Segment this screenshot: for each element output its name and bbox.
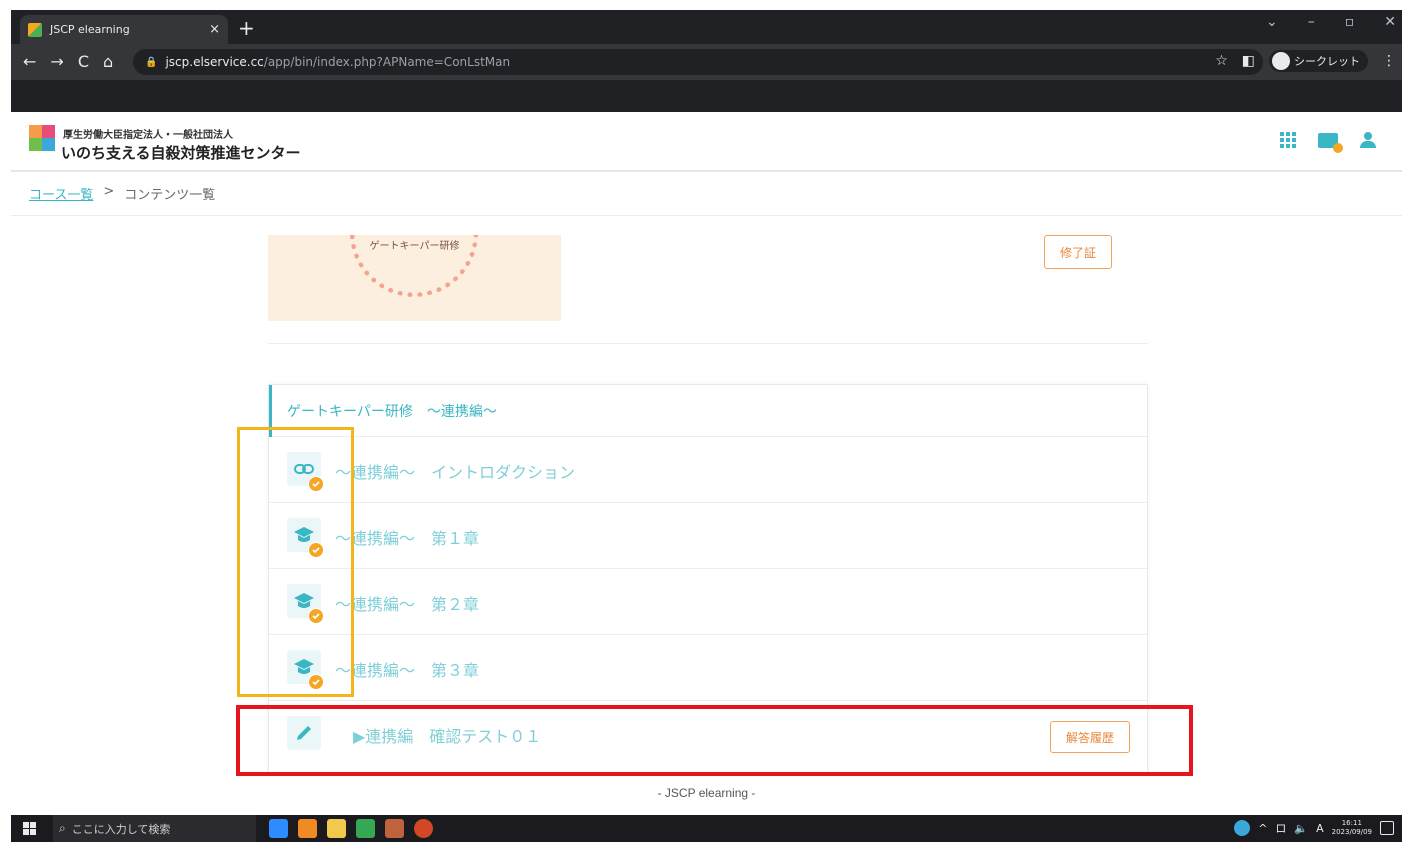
reload-icon[interactable]: C — [78, 52, 89, 71]
org-logo-icon[interactable] — [29, 125, 55, 157]
side-panel-icon[interactable]: ◧ — [1242, 53, 1255, 69]
clock-date: 2023/09/09 — [1331, 828, 1372, 836]
home-icon[interactable]: ⌂ — [103, 52, 113, 71]
ime-indicator[interactable]: A — [1316, 822, 1324, 835]
app-header: 厚生労働大臣指定法人・一般社団法人 いのち支える自殺対策推進センター — [11, 112, 1402, 172]
mail-icon[interactable] — [1318, 132, 1343, 153]
tab-search-icon[interactable]: ⌄ — [1266, 14, 1278, 30]
notification-badge — [1333, 142, 1343, 153]
volume-icon[interactable]: 🔈 — [1294, 822, 1308, 835]
new-tab-button[interactable]: + — [238, 16, 255, 40]
apps-grid-icon[interactable] — [1280, 132, 1296, 148]
powerpoint-app-icon[interactable] — [414, 819, 433, 838]
browser-chrome: JSCP elearning × + ⌄ – ▫ ✕ ← → C ⌂ 🔒 jsc… — [11, 10, 1402, 112]
url-host: jscp.elservice.cc — [165, 55, 264, 69]
highlight-box-test — [236, 705, 1193, 776]
content-title[interactable]: ～連携編～ 第３章 — [335, 657, 479, 681]
section-divider — [268, 343, 1148, 344]
incognito-badge[interactable]: シークレット — [1269, 50, 1368, 72]
content-row[interactable]: ～連携編～ 第２章 — [269, 569, 1147, 635]
content-row[interactable]: ～連携編～ 第１章 — [269, 503, 1147, 569]
frame-edge — [0, 0, 11, 842]
browser-tab[interactable]: JSCP elearning × — [20, 15, 228, 44]
breadcrumb-course-list[interactable]: コース一覧 — [29, 184, 93, 203]
breadcrumb-current: コンテンツ一覧 — [124, 188, 216, 203]
file-explorer-icon[interactable] — [327, 819, 346, 838]
clock[interactable]: 16:11 2023/09/09 — [1332, 819, 1372, 837]
toolbar-right: ☆ ◧ シークレット ⋮ — [1215, 50, 1396, 72]
certificate-button[interactable]: 修了証 — [1044, 235, 1112, 269]
close-window-button[interactable]: ✕ — [1384, 14, 1396, 30]
org-name: いのち支える自殺対策推進センター — [61, 144, 301, 162]
content-row[interactable]: ～連携編～ イントロダクション — [269, 437, 1147, 503]
browser-toolbar: ← → C ⌂ 🔒 jscp.elservice.cc/app/bin/inde… — [11, 44, 1402, 80]
content-title[interactable]: ～連携編～ イントロダクション — [335, 459, 575, 483]
url-path: /app/bin/index.php?APName=ConLstMan — [263, 55, 511, 69]
content-title[interactable]: ～連携編～ 第１章 — [335, 525, 479, 549]
network-icon[interactable]: ロ — [1275, 820, 1286, 836]
user-icon[interactable] — [1360, 132, 1376, 148]
incognito-label: シークレット — [1294, 55, 1360, 68]
content-row[interactable]: ～連携編～ 第３章 — [269, 635, 1147, 701]
start-icon[interactable] — [23, 822, 36, 835]
tab-close-icon[interactable]: × — [209, 22, 220, 37]
chrome-app-icon[interactable] — [356, 819, 375, 838]
nav-buttons: ← → C ⌂ — [23, 52, 113, 71]
back-icon[interactable]: ← — [23, 52, 36, 71]
tab-bar: JSCP elearning × + ⌄ – ▫ ✕ — [11, 10, 1402, 44]
highlight-box-completed — [237, 427, 354, 697]
content-title[interactable]: ～連携編～ 第２章 — [335, 591, 479, 615]
taskbar-search[interactable]: ⌕ ここに入力して検索 — [53, 815, 256, 842]
taskbar-search-placeholder: ここに入力して検索 — [71, 822, 171, 836]
incognito-icon — [1272, 52, 1290, 70]
tray-chevron-icon[interactable]: ^ — [1258, 822, 1267, 835]
divider — [11, 215, 1402, 216]
favicon-icon — [28, 22, 42, 37]
breadcrumb-separator: > — [103, 184, 115, 199]
course-banner: ゲートキーパー研修 — [268, 235, 561, 321]
system-tray: ^ ロ 🔈 A 16:11 2023/09/09 — [1234, 819, 1394, 837]
zoom-app-icon[interactable] — [269, 819, 288, 838]
bookmark-star-icon[interactable]: ☆ — [1215, 53, 1228, 69]
breadcrumb: コース一覧 > コンテンツ一覧 — [29, 184, 215, 203]
restore-button[interactable]: ▫ — [1345, 14, 1355, 30]
chrome-incognito-app-icon[interactable] — [385, 819, 404, 838]
vlc-app-icon[interactable] — [298, 819, 317, 838]
address-bar[interactable]: 🔒 jscp.elservice.cc/app/bin/index.php?AP… — [133, 49, 1263, 75]
notification-center-icon[interactable] — [1380, 821, 1394, 835]
lock-icon[interactable]: 🔒 — [145, 57, 157, 68]
browser-menu-icon[interactable]: ⋮ — [1382, 53, 1396, 69]
course-title: ゲートキーパー研修 ～連携編～ — [287, 404, 497, 420]
forward-icon[interactable]: → — [50, 52, 63, 71]
os-taskbar: ⌕ ここに入力して検索 ^ ロ 🔈 A 16:11 2023/09/09 — [11, 815, 1402, 842]
tab-title: JSCP elearning — [50, 23, 130, 36]
search-icon: ⌕ — [59, 821, 66, 835]
header-icons — [1280, 132, 1376, 153]
card-header: ゲートキーパー研修 ～連携編～ — [269, 385, 1147, 437]
taskbar-apps — [269, 819, 433, 838]
minimize-button[interactable]: – — [1308, 14, 1315, 30]
org-subtitle: 厚生労働大臣指定法人・一般社団法人 — [63, 130, 233, 141]
banner-title: ゲートキーパー研修 — [369, 241, 460, 252]
page-footer: - JSCP elearning - — [657, 786, 756, 800]
clock-time: 16:11 — [1341, 819, 1362, 827]
window-controls: ⌄ – ▫ ✕ — [1266, 14, 1402, 30]
help-icon[interactable] — [1234, 820, 1251, 836]
